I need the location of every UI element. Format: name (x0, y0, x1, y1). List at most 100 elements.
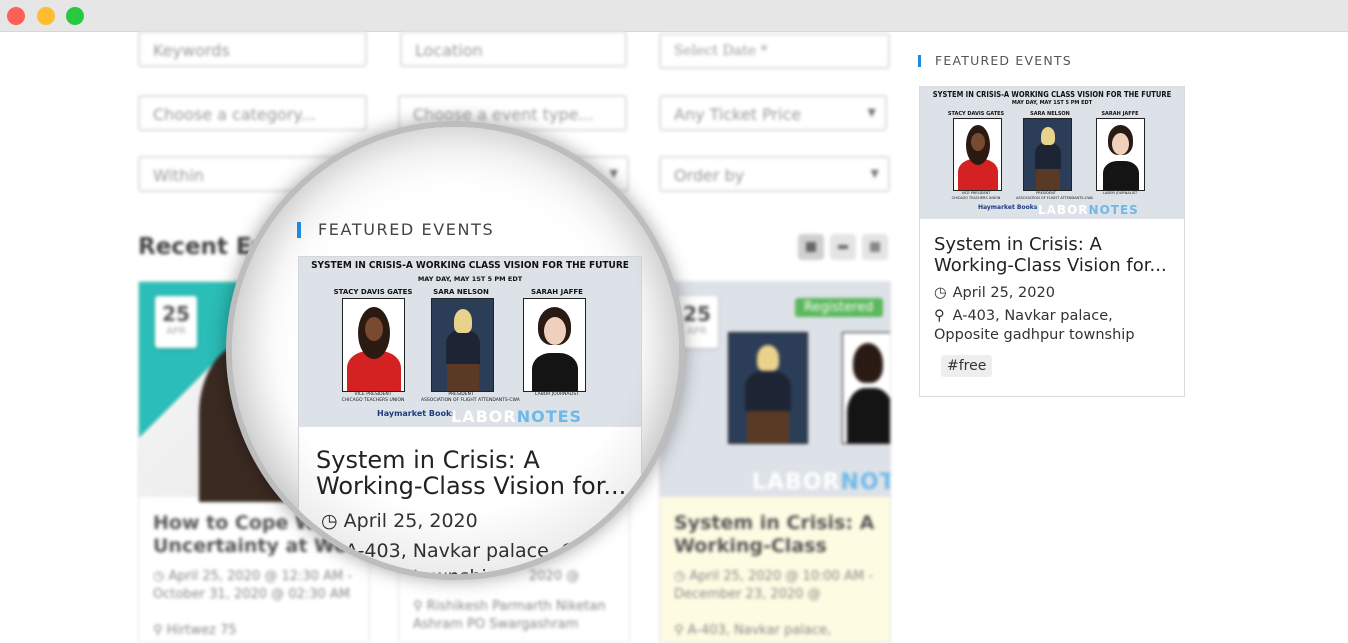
haymarket-books-logo: Haymarket Books (377, 409, 457, 418)
featured-accent-bar (297, 222, 301, 238)
clock-icon: ◷ (674, 569, 690, 584)
featured-event-title[interactable]: System in Crisis: A Working-Class Vision… (934, 234, 1179, 276)
poster-headline: SYSTEM IN CRISIS-A WORKING CLASS VISION … (311, 260, 629, 272)
speaker-photo (342, 298, 405, 392)
speaker-role: PRESIDENT (1036, 191, 1056, 195)
featured-events-heading: FEATURED EVENTS (318, 220, 495, 239)
calendar-view-icon (870, 242, 880, 252)
speaker-org: CHICAGO TEACHERS UNION (951, 196, 1001, 200)
speaker-photo (728, 332, 808, 444)
grid-view-icon (806, 242, 816, 252)
location-pin-icon: ⚲ (674, 623, 688, 638)
event-location-text: Rishikesh Parmarth Niketan Ashram PO Swa… (413, 599, 606, 632)
close-window-button[interactable] (7, 7, 25, 25)
event-card[interactable]: LABORNOTES 25APR Registered System in Cr… (659, 281, 891, 643)
location-placeholder: Location (415, 41, 483, 60)
minimize-window-button[interactable] (37, 7, 55, 25)
featured-event-date: ◷ April 25, 2020 (934, 284, 1055, 303)
speaker-name: SARA NELSON (433, 288, 489, 296)
magnifier-lens: FEATURED EVENTS SYSTEM IN CRISIS-A WORKI… (226, 121, 685, 580)
featured-event-location-text: A-403, Navkar palace, Opp (345, 540, 600, 562)
event-location: ⚲ A-403, Navkar palace, (674, 622, 884, 640)
featured-event-card[interactable]: SYSTEM IN CRISIS-A WORKING CLASS VISION … (919, 86, 1185, 397)
featured-event-date: ◷ April 25, 2020 (321, 510, 478, 532)
speaker-photo (1023, 118, 1072, 191)
featured-accent-bar (918, 55, 921, 67)
featured-event-date-text: April 25, 2020 (343, 510, 478, 532)
speaker-photo (953, 118, 1002, 191)
speaker-name: STACY DAVIS GATES (947, 111, 1005, 117)
speaker-photo (523, 298, 586, 392)
featured-event-date-text: April 25, 2020 (952, 285, 1055, 301)
location-pin-icon: ⚲ (153, 623, 167, 638)
speaker-org: CHICAGO TEACHERS UNION (341, 398, 405, 403)
location-pin-icon: ⚲ (413, 599, 427, 614)
event-location: ⚲ Rishikesh Parmarth Niketan Ashram PO S… (413, 598, 623, 634)
labor-notes-logo: LABORNOTES (752, 470, 890, 495)
speaker-name: SARAH JAFFE (531, 288, 583, 296)
featured-event-location-text: A-403, Navkar palace, Opposite gadhpur t… (934, 308, 1135, 343)
location-input[interactable]: Location (400, 31, 627, 67)
list-view-icon (838, 245, 848, 249)
date-input[interactable]: Select Date * (659, 33, 890, 69)
event-date: ◷ April 25, 2020 @ 10:00 AM - December 2… (674, 568, 884, 604)
featured-event-title[interactable]: System in Crisis: A Working-Class Vision… (316, 447, 636, 499)
speaker-photo (1096, 118, 1145, 191)
order-by-select[interactable]: Order by ▼ (659, 156, 890, 192)
event-poster-image: SYSTEM IN CRISIS-A WORKING CLASS VISION … (920, 87, 1184, 219)
clock-icon: ◷ (934, 285, 947, 301)
event-poster-image: SYSTEM IN CRISIS-A WORKING CLASS VISION … (299, 257, 641, 427)
event-date-text: April 25, 2020 @ 10:00 AM - December 23,… (674, 569, 874, 602)
featured-event-location: ⚲ A-403, Navkar palace, Opposite gadhpur… (934, 307, 1159, 345)
location-pin-icon: ⚲ (934, 308, 945, 324)
calendar-view-button[interactable] (862, 234, 888, 260)
event-tag[interactable]: #free (941, 355, 993, 377)
keywords-placeholder: Keywords (153, 41, 230, 60)
maximize-window-button[interactable] (66, 7, 84, 25)
clock-icon: ◷ (153, 569, 169, 584)
date-month: APR (166, 326, 186, 337)
featured-event-card[interactable]: SYSTEM IN CRISIS-A WORKING CLASS VISION … (298, 256, 642, 574)
keywords-input[interactable]: Keywords (138, 31, 367, 67)
haymarket-books-logo: Haymarket Books (978, 204, 1038, 211)
speaker-role: VICE PRESIDENT (961, 191, 991, 195)
order-by-value: Order by (674, 166, 745, 185)
within-value: Within (153, 166, 204, 185)
date-day: 25 (162, 302, 190, 326)
date-placeholder: Select Date * (674, 43, 768, 59)
registered-badge: Registered (795, 298, 883, 317)
labor-notes-logo: LABORNOTES (451, 407, 583, 426)
speaker-role: PRESIDENT (448, 392, 474, 397)
chevron-down-icon: ▼ (870, 167, 879, 180)
ticket-price-value: Any Ticket Price (674, 105, 802, 124)
featured-events-heading: FEATURED EVENTS (935, 53, 1072, 68)
speaker-name: SARAH JAFFE (1101, 111, 1139, 117)
event-location: ⚲ Hirtwez 75 (153, 622, 363, 640)
date-badge: 25 APR (155, 296, 197, 348)
chevron-down-icon: ▼ (867, 106, 876, 119)
speaker-photo (431, 298, 494, 392)
ticket-price-select[interactable]: Any Ticket Price ▼ (659, 95, 887, 131)
event-poster-image: LABORNOTES 25APR Registered (660, 282, 890, 497)
speaker-name: STACY DAVIS GATES (333, 288, 413, 296)
chevron-down-icon: ▼ (609, 167, 618, 180)
speaker-photo (842, 332, 890, 444)
event-title[interactable]: System in Crisis: A Working-Class (674, 512, 879, 558)
category-select[interactable]: Choose a category... (138, 95, 367, 131)
poster-subline: MAY DAY, MAY 1ST 5 PM EDT (417, 275, 523, 283)
poster-headline: SYSTEM IN CRISIS-A WORKING CLASS VISION … (932, 89, 1172, 99)
grid-view-button[interactable] (798, 234, 824, 260)
speaker-org: ASSOCIATION OF FLIGHT ATTENDANTS-CWA (421, 398, 520, 403)
speaker-org: ASSOCIATION OF FLIGHT ATTENDANTS-CWA (1016, 196, 1093, 200)
speaker-role: LABOR JOURNALIST (535, 392, 579, 397)
event-location-text: A-403, Navkar palace, (687, 623, 832, 638)
labor-notes-logo: LABORNOTES (1038, 203, 1139, 217)
speaker-name: SARA NELSON (1030, 111, 1070, 117)
poster-subline: MAY DAY, MAY 1ST 5 PM EDT (1011, 100, 1093, 106)
speaker-role: VICE PRESIDENT (354, 392, 392, 397)
event-location-text: Hirtwez 75 (166, 623, 237, 638)
speaker-role: LABOR JOURNALIST (1102, 191, 1138, 195)
window-titlebar (0, 0, 1348, 32)
category-placeholder: Choose a category... (153, 105, 316, 124)
list-view-button[interactable] (830, 234, 856, 260)
